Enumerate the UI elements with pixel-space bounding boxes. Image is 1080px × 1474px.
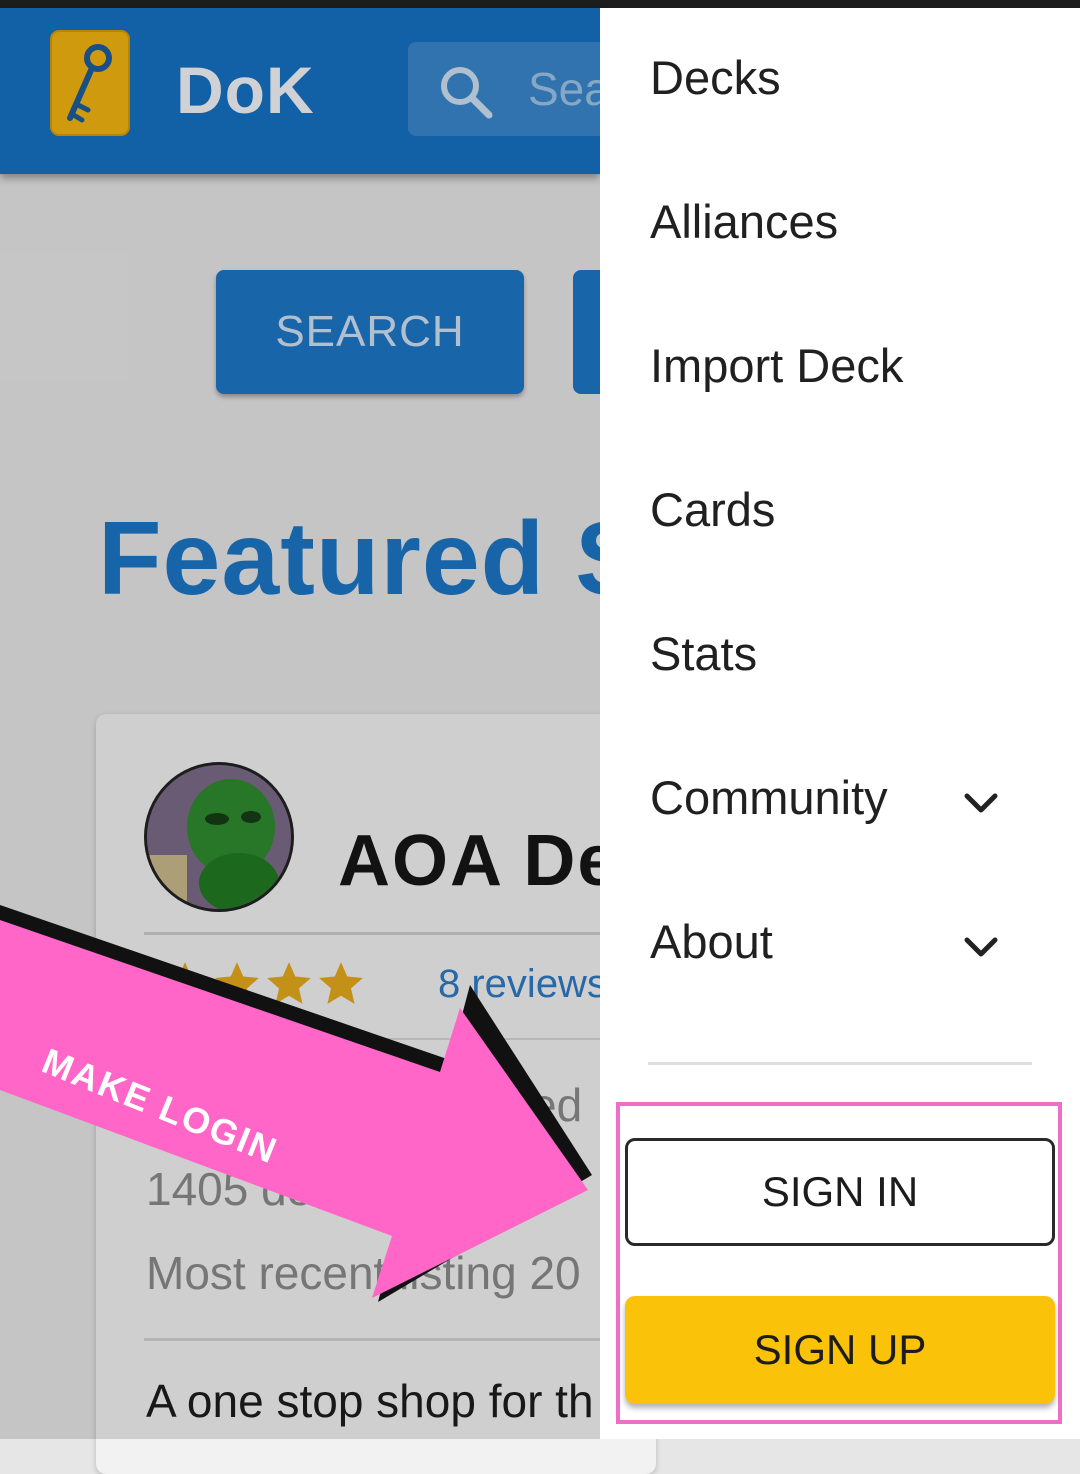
menu-item-stats[interactable]: Stats <box>650 608 1050 698</box>
menu-item-decks[interactable]: Decks <box>650 32 1050 122</box>
annotation-arrow-icon <box>0 905 592 1302</box>
chevron-down-icon[interactable] <box>962 778 1000 833</box>
menu-item-label: Stats <box>650 626 758 680</box>
menu-item-label: About <box>650 914 773 968</box>
menu-item-about[interactable]: About <box>650 896 1050 986</box>
menu-item-label: Alliances <box>650 194 839 248</box>
menu-item-label: Community <box>650 770 888 824</box>
menu-item-import-deck[interactable]: Import Deck <box>650 320 1050 410</box>
chevron-down-icon[interactable] <box>962 922 1000 977</box>
menu-item-alliances[interactable]: Alliances <box>650 176 1050 266</box>
sign-in-button[interactable]: SIGN IN <box>625 1138 1055 1246</box>
drawer-divider <box>648 1062 1032 1065</box>
navigation-drawer: Decks Alliances Import Deck Cards Stats … <box>600 8 1080 1439</box>
menu-item-cards[interactable]: Cards <box>650 464 1050 554</box>
menu-item-label: Decks <box>650 50 781 104</box>
menu-item-community[interactable]: Community <box>650 752 1050 842</box>
menu-item-label: Cards <box>650 482 776 536</box>
menu-item-label: Import Deck <box>650 338 904 392</box>
sign-up-button[interactable]: SIGN UP <box>625 1296 1055 1404</box>
